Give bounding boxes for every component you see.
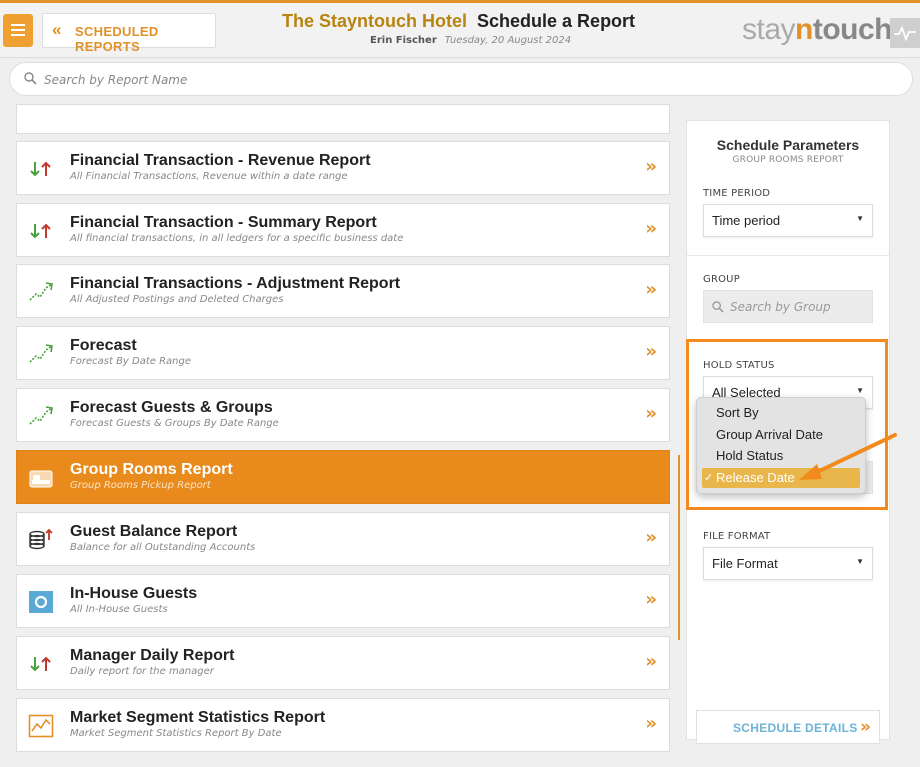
time-period-select[interactable]: Time period ▼ — [703, 204, 873, 237]
option-label: Release Date — [716, 470, 795, 485]
report-row[interactable]: Financial Transaction - Revenue Report A… — [16, 141, 670, 195]
report-row[interactable]: Manager Daily Report Daily report for th… — [16, 636, 670, 690]
report-row[interactable]: Forecast Guests & Groups Forecast Guests… — [16, 388, 670, 442]
in-house-icon — [29, 591, 53, 613]
dropdown-option[interactable]: Sort By — [702, 403, 860, 423]
chevron-right-icon: » — [860, 717, 871, 737]
schedule-details-button[interactable]: SCHEDULE DETAILS » — [696, 710, 880, 744]
logo-part: stay — [742, 13, 796, 46]
search-icon — [24, 72, 37, 85]
panel-title: Schedule Parameters — [716, 137, 860, 153]
report-description: Daily report for the manager — [70, 666, 214, 677]
report-title: Forecast — [70, 337, 137, 354]
chevron-right-icon: » — [645, 156, 657, 177]
file-format-value: File Format — [712, 556, 778, 571]
page-title-block: The Stayntouch Hotel Schedule a Report — [282, 11, 635, 32]
group-search-input[interactable]: Search by Group — [703, 290, 873, 323]
chevron-right-icon: » — [645, 589, 657, 610]
report-description: Group Rooms Pickup Report — [70, 480, 211, 491]
up-down-arrows-icon — [30, 223, 51, 239]
menu-button[interactable] — [3, 14, 33, 47]
report-list: Financial Transaction - Revenue Report A… — [0, 104, 680, 767]
report-row[interactable]: In-House Guests All In-House Guests » — [16, 574, 670, 628]
option-label: Sort By — [716, 405, 759, 420]
report-row[interactable]: Financial Transactions - Adjustment Repo… — [16, 264, 670, 318]
report-description: All Financial Transactions, Revenue with… — [70, 171, 348, 182]
search-icon — [712, 301, 724, 313]
trend-line-icon — [29, 282, 53, 301]
group-search-placeholder: Search by Group — [730, 300, 831, 314]
chevron-right-icon: » — [645, 218, 657, 239]
chevron-right-icon: » — [645, 713, 657, 734]
file-format-label: FILE FORMAT — [703, 531, 771, 542]
hotel-name: The Stayntouch Hotel — [282, 11, 468, 31]
search-input[interactable] — [42, 69, 886, 91]
panel-subtitle: GROUP ROOMS REPORT — [732, 155, 844, 165]
report-title: In-House Guests — [70, 585, 198, 602]
report-title: Financial Transaction - Summary Report — [70, 214, 377, 231]
report-row[interactable]: Market Segment Statistics Report Market … — [16, 698, 670, 752]
report-title: Forecast Guests & Groups — [70, 399, 273, 416]
report-description: Market Segment Statistics Report By Date — [70, 728, 282, 739]
annotation-arrow-icon — [799, 433, 897, 480]
user-date-line: Erin Fischer Tuesday, 20 August 2024 — [370, 35, 571, 46]
group-label: GROUP — [703, 274, 740, 285]
time-period-label: TIME PERIOD — [703, 188, 771, 199]
chart-icon — [28, 714, 54, 738]
checkmark-icon: ✓ — [704, 472, 714, 484]
report-description: Balance for all Outstanding Accounts — [70, 542, 256, 553]
report-title: Market Segment Statistics Report — [70, 709, 326, 726]
bed-icon — [29, 470, 53, 488]
file-format-select[interactable]: File Format ▼ — [703, 547, 873, 580]
caret-down-icon: ▼ — [856, 557, 864, 566]
business-date: Tuesday, 20 August 2024 — [444, 35, 572, 46]
back-button-label: SCHEDULED REPORTS — [75, 24, 159, 54]
report-title: Guest Balance Report — [70, 523, 238, 540]
report-row[interactable]: Guest Balance Report Balance for all Out… — [16, 512, 670, 566]
report-row[interactable]: Forecast Forecast By Date Range » — [16, 326, 670, 380]
stayntouch-logo: stayntouch — [742, 13, 893, 47]
trend-line-icon — [29, 406, 53, 425]
user-name: Erin Fischer — [370, 35, 437, 46]
coins-icon — [29, 528, 53, 550]
chevron-right-icon: » — [645, 651, 657, 672]
list-item-partial[interactable] — [16, 104, 670, 134]
report-description: Forecast Guests & Groups By Date Range — [70, 418, 279, 429]
double-chevron-left-icon: « — [52, 20, 62, 39]
report-description: Forecast By Date Range — [70, 356, 192, 367]
logo-part: touch — [812, 13, 893, 46]
report-row[interactable]: Financial Transaction - Summary Report A… — [16, 203, 670, 257]
report-description: All financial transactions, in all ledge… — [70, 233, 404, 244]
menu-icon-bar — [11, 24, 25, 26]
app-header: « SCHEDULED REPORTS The Stayntouch Hotel… — [0, 3, 920, 58]
report-title: Financial Transaction - Revenue Report — [70, 152, 371, 169]
report-title: Group Rooms Report — [70, 461, 233, 478]
chevron-right-icon: » — [645, 403, 657, 424]
activity-icon[interactable] — [890, 18, 920, 48]
chevron-right-icon: » — [645, 527, 657, 548]
logo-part: n — [795, 13, 813, 46]
option-label: Hold Status — [716, 448, 784, 463]
report-row-selected[interactable]: Group Rooms Report Group Rooms Pickup Re… — [16, 450, 670, 504]
time-period-value: Time period — [712, 213, 781, 228]
list-scrollbar[interactable] — [678, 455, 680, 640]
report-description: All Adjusted Postings and Deleted Charge… — [70, 294, 284, 305]
page-title: Schedule a Report — [477, 11, 636, 31]
schedule-details-label: SCHEDULE DETAILS — [733, 721, 858, 735]
back-to-scheduled-reports-button[interactable]: « SCHEDULED REPORTS — [42, 13, 216, 54]
report-title: Financial Transactions - Adjustment Repo… — [70, 275, 401, 292]
up-down-arrows-icon — [30, 161, 51, 177]
caret-down-icon: ▼ — [856, 214, 864, 223]
report-description: All In-House Guests — [70, 604, 168, 615]
report-title: Manager Daily Report — [70, 647, 235, 664]
divider — [687, 255, 889, 256]
chevron-right-icon: » — [645, 341, 657, 362]
report-search-bar[interactable] — [9, 62, 913, 96]
menu-icon-bar — [11, 34, 25, 36]
chevron-right-icon: » — [645, 279, 657, 300]
up-down-arrows-icon — [30, 656, 51, 672]
menu-icon-bar — [11, 29, 25, 31]
trend-line-icon — [29, 344, 53, 363]
